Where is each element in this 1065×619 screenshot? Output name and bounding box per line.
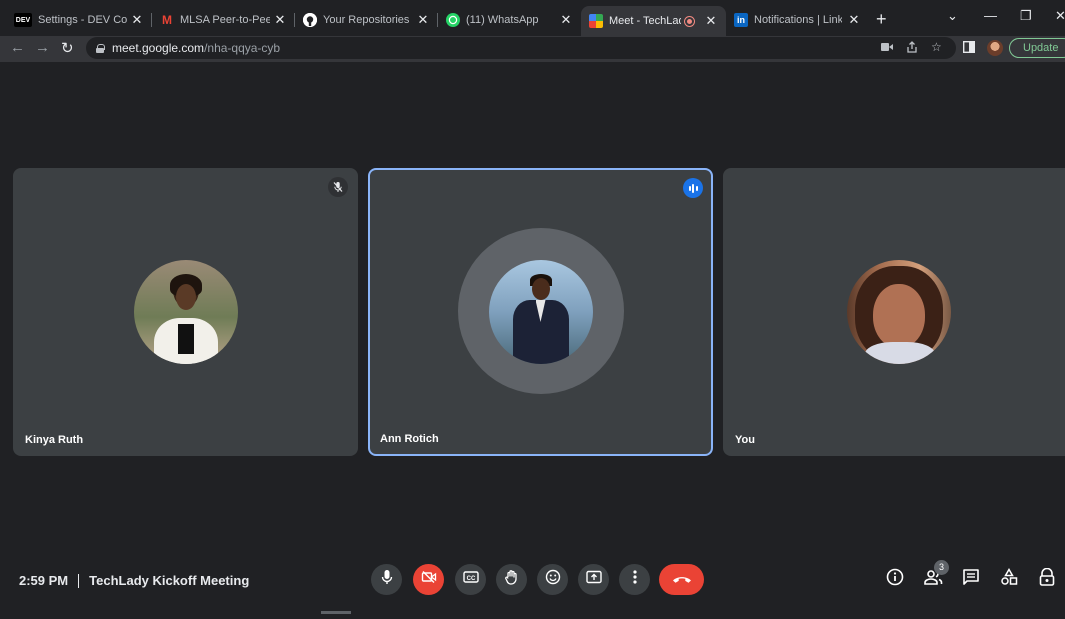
tab-title: (11) WhatsApp <box>466 14 539 26</box>
meeting-time: 2:59 PM <box>19 573 69 588</box>
chat-icon <box>962 568 980 591</box>
close-tab-icon[interactable]: ✕ <box>704 13 718 29</box>
linkedin-icon: in <box>734 13 748 27</box>
host-controls-button[interactable] <box>1036 567 1058 591</box>
info-icon <box>886 568 904 591</box>
restore-icon[interactable]: ❐ <box>1020 8 1032 24</box>
browser-toolbar: ← → ↻ meet.google.com /nha-qqya-cyb ☆ <box>0 36 1065 62</box>
participant-name: Kinya Ruth <box>25 434 84 446</box>
github-icon <box>303 13 317 27</box>
lock-icon <box>96 43 105 53</box>
microphone-button[interactable] <box>371 564 402 595</box>
close-tab-icon[interactable]: ✕ <box>847 12 861 28</box>
captions-icon: CC <box>462 570 479 589</box>
minimize-icon[interactable]: — <box>984 8 997 23</box>
raise-hand-icon <box>504 569 520 590</box>
participant-name: You <box>735 434 755 446</box>
raise-hand-button[interactable] <box>496 564 527 595</box>
side-panel-icon[interactable] <box>962 40 976 57</box>
more-options-button[interactable] <box>619 564 650 595</box>
address-bar[interactable]: meet.google.com /nha-qqya-cyb ☆ <box>86 37 956 59</box>
host-controls-icon <box>1038 567 1056 591</box>
new-tab-icon[interactable]: + <box>876 9 887 30</box>
tab-whatsapp[interactable]: (11) WhatsApp ✕ <box>438 6 581 34</box>
whatsapp-icon <box>446 13 460 27</box>
more-options-icon <box>632 570 637 589</box>
meeting-title: TechLady Kickoff Meeting <box>89 573 250 588</box>
people-count-badge: 3 <box>934 560 949 575</box>
update-button[interactable]: Update <box>1009 38 1065 58</box>
close-window-icon[interactable]: ✕ <box>1055 8 1065 24</box>
close-tab-icon[interactable]: ✕ <box>416 12 430 28</box>
tab-dev-settings[interactable]: DEV Settings - DEV Commu ✕ <box>6 6 152 34</box>
reload-icon[interactable]: ↻ <box>61 39 74 57</box>
present-screen-icon <box>585 570 602 589</box>
emoji-icon <box>545 569 561 590</box>
activities-icon <box>1000 567 1018 591</box>
camera-off-button[interactable] <box>413 564 444 595</box>
activities-button[interactable] <box>998 567 1020 591</box>
tab-title: Notifications | LinkedIn <box>754 14 842 26</box>
meeting-control-bar: 2:59 PM TechLady Kickoff Meeting CC 3 <box>0 554 1065 606</box>
participant-tile-you[interactable]: You <box>723 168 1065 456</box>
participant-tile-ann-rotich[interactable]: Ann Rotich <box>368 168 713 456</box>
back-arrow-icon[interactable]: ← <box>10 39 25 56</box>
camera-in-use-icon[interactable] <box>881 41 893 55</box>
participant-avatar <box>488 260 593 364</box>
close-tab-icon[interactable]: ✕ <box>559 12 573 28</box>
url-host: meet.google.com <box>112 41 205 55</box>
dev-logo-icon: DEV <box>14 13 32 27</box>
tab-github[interactable]: Your Repositories ✕ <box>295 6 438 34</box>
google-meet-icon <box>589 14 603 28</box>
participant-tile-kinya-ruth[interactable]: Kinya Ruth <box>13 168 358 456</box>
meeting-details: 2:59 PM TechLady Kickoff Meeting <box>19 573 249 588</box>
url-path: /nha-qqya-cyb <box>204 41 281 55</box>
tab-search-chevron-icon[interactable]: ⌄ <box>947 8 958 24</box>
tab-title: Your Repositories <box>323 14 410 26</box>
participant-avatar <box>847 260 951 364</box>
tab-title: Meet - TechLady K <box>609 15 681 27</box>
end-call-icon <box>672 571 692 589</box>
forward-arrow-icon[interactable]: → <box>35 39 50 56</box>
tab-title: MLSA Peer-to-Peer Me <box>180 14 270 26</box>
participant-avatar <box>133 260 238 364</box>
tab-strip: DEV Settings - DEV Commu ✕ M MLSA Peer-t… <box>0 0 1065 36</box>
microphone-icon <box>380 569 394 590</box>
bookmark-star-icon[interactable]: ☆ <box>931 40 942 54</box>
present-screen-button[interactable] <box>578 564 609 595</box>
end-call-button[interactable] <box>659 564 704 595</box>
captions-button[interactable]: CC <box>455 564 486 595</box>
close-tab-icon[interactable]: ✕ <box>130 12 144 28</box>
tab-gmail[interactable]: M MLSA Peer-to-Peer Me ✕ <box>152 6 295 34</box>
camera-off-icon <box>421 570 437 589</box>
tab-linkedin[interactable]: in Notifications | LinkedIn ✕ <box>726 6 869 34</box>
emoji-reactions-button[interactable] <box>537 564 568 595</box>
chat-button[interactable] <box>960 568 982 590</box>
svg-text:CC: CC <box>466 576 475 582</box>
meeting-info-button[interactable] <box>884 568 906 590</box>
close-tab-icon[interactable]: ✕ <box>273 12 287 28</box>
tab-title: Settings - DEV Commu <box>38 14 128 26</box>
recording-icon <box>685 16 694 26</box>
gmail-icon: M <box>162 13 172 27</box>
muted-microphone-icon <box>328 177 348 197</box>
bottom-handle <box>321 611 351 614</box>
share-icon[interactable] <box>906 41 918 56</box>
meeting-stage: Kinya Ruth Ann Rotich You 2:59 PM TechLa… <box>0 62 1065 619</box>
profile-avatar[interactable] <box>987 40 1003 56</box>
tab-google-meet[interactable]: Meet - TechLady K ✕ <box>581 6 726 36</box>
speaking-indicator-icon <box>683 178 703 198</box>
participant-name: Ann Rotich <box>380 433 439 445</box>
